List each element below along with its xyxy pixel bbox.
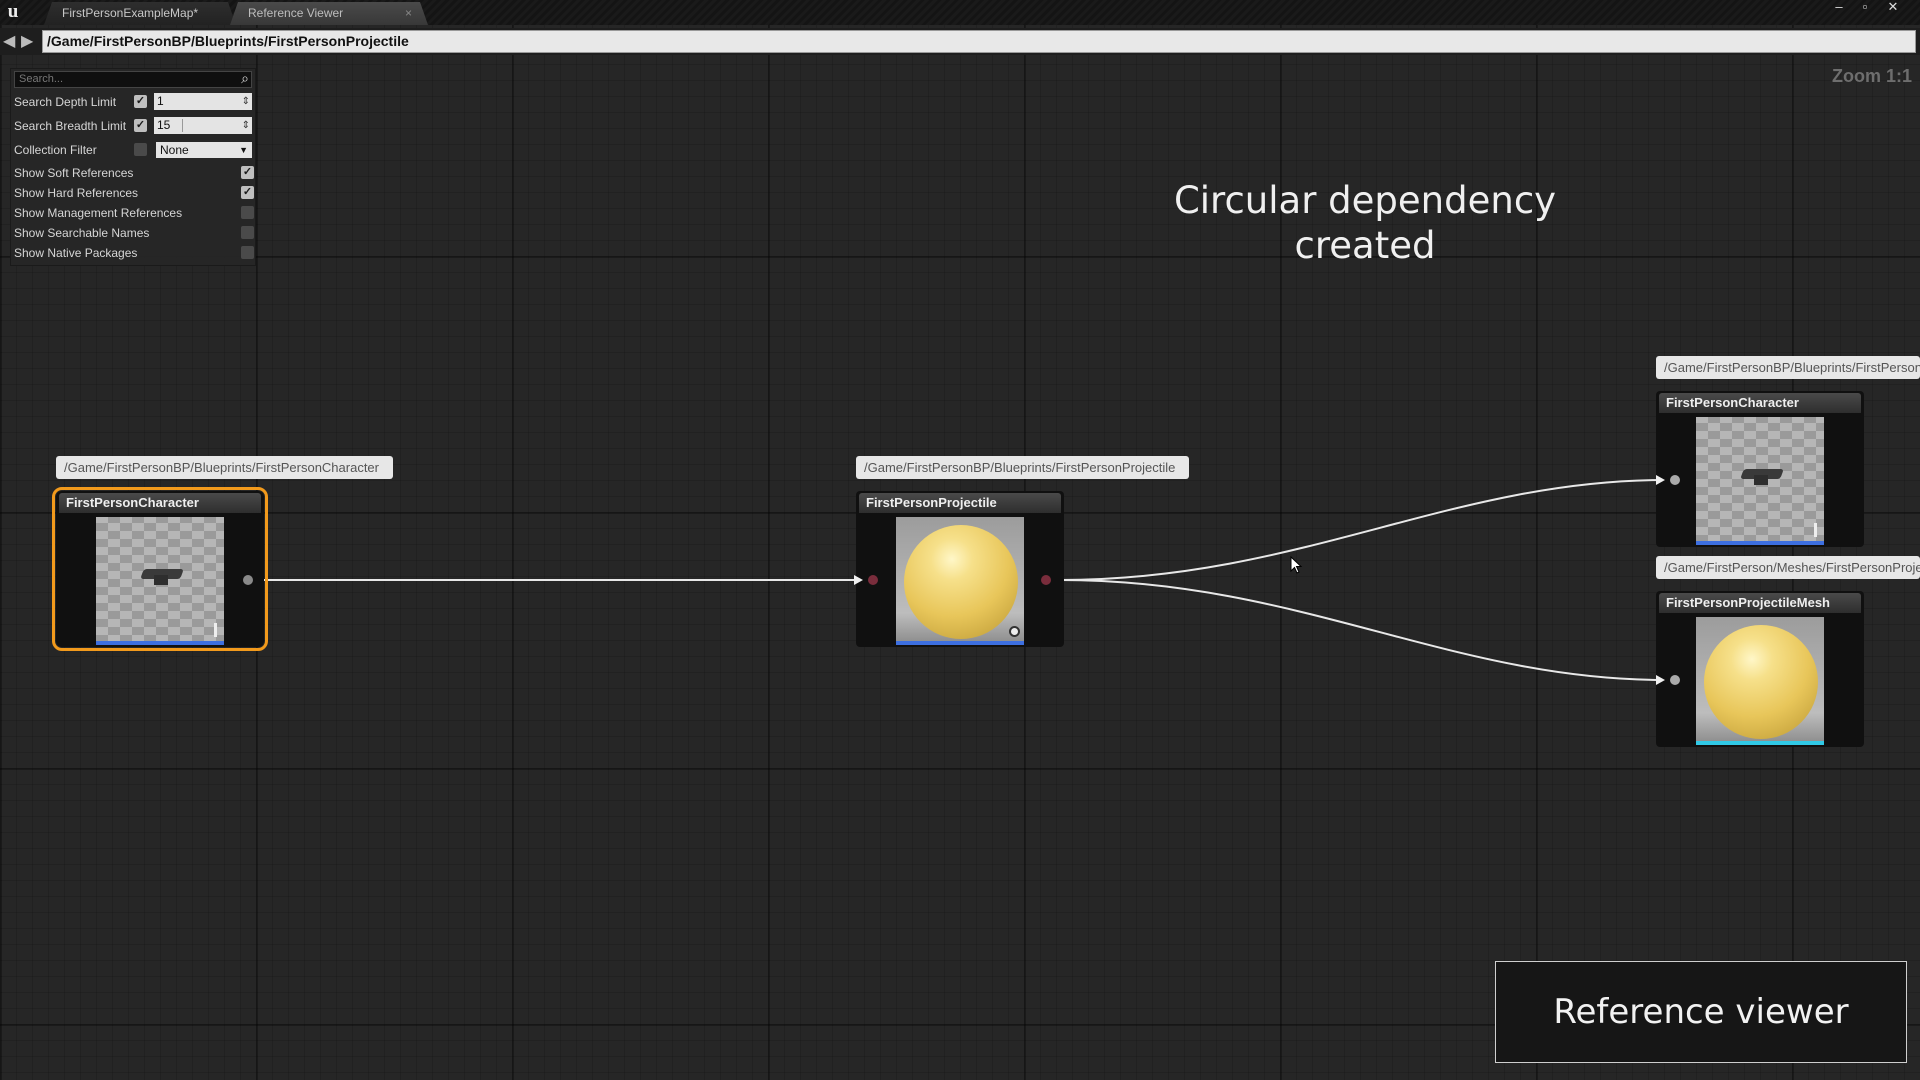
gun-grip-shape [1754,475,1768,485]
sphere-thumbnail [896,517,1024,645]
sphere-shape [1704,625,1818,739]
input-pin[interactable] [868,575,878,585]
caption-overlay: Reference viewer [1495,961,1907,1063]
asset-type-bar [96,641,224,645]
output-pin[interactable] [1041,575,1051,585]
wire-projectile-to-character [1059,479,1666,581]
node-firstpersoncharacter-dependency[interactable]: FirstPersonCharacter [1656,391,1864,547]
input-pin[interactable] [1670,475,1680,485]
blueprint-badge-icon [1009,626,1020,637]
node-title: FirstPersonCharacter [1659,393,1861,413]
node-firstpersonprojectilemesh[interactable]: FirstPersonProjectileMesh [1656,591,1864,747]
character-thumbnail [96,517,224,645]
node-title: FirstPersonCharacter [59,493,261,513]
node-title: FirstPersonProjectileMesh [1659,593,1861,613]
gun-grip-shape [154,575,168,585]
asset-type-bar [1696,741,1824,745]
asset-type-bar [896,641,1024,645]
character-thumbnail [1696,417,1824,545]
input-arrow-icon [854,575,863,585]
sphere-shape [904,525,1018,639]
input-pin[interactable] [1670,675,1680,685]
input-arrow-icon [1656,475,1665,485]
node-path-tag: /Game/FirstPersonBP/Blueprints/FirstPers… [1656,356,1920,379]
node-path-tag: /Game/FirstPersonBP/Blueprints/FirstPers… [856,456,1189,479]
node-title: FirstPersonProjectile [859,493,1061,513]
figure-icon [1814,523,1817,537]
headline-overlay: Circular dependency created [1173,179,1557,267]
wire-projectile-to-mesh [1059,579,1666,681]
node-firstpersonprojectile[interactable]: FirstPersonProjectile [854,491,1064,647]
node-path-tag: /Game/FirstPersonBP/Blueprints/FirstPers… [56,456,393,479]
output-pin[interactable] [243,575,253,585]
asset-type-bar [1696,541,1824,545]
sphere-thumbnail [1696,617,1824,745]
input-arrow-icon [1656,675,1665,685]
node-path-tag: /Game/FirstPerson/Meshes/FirstPersonProj… [1656,556,1920,579]
node-firstpersoncharacter[interactable]: FirstPersonCharacter [52,487,268,651]
figure-icon [214,623,217,637]
